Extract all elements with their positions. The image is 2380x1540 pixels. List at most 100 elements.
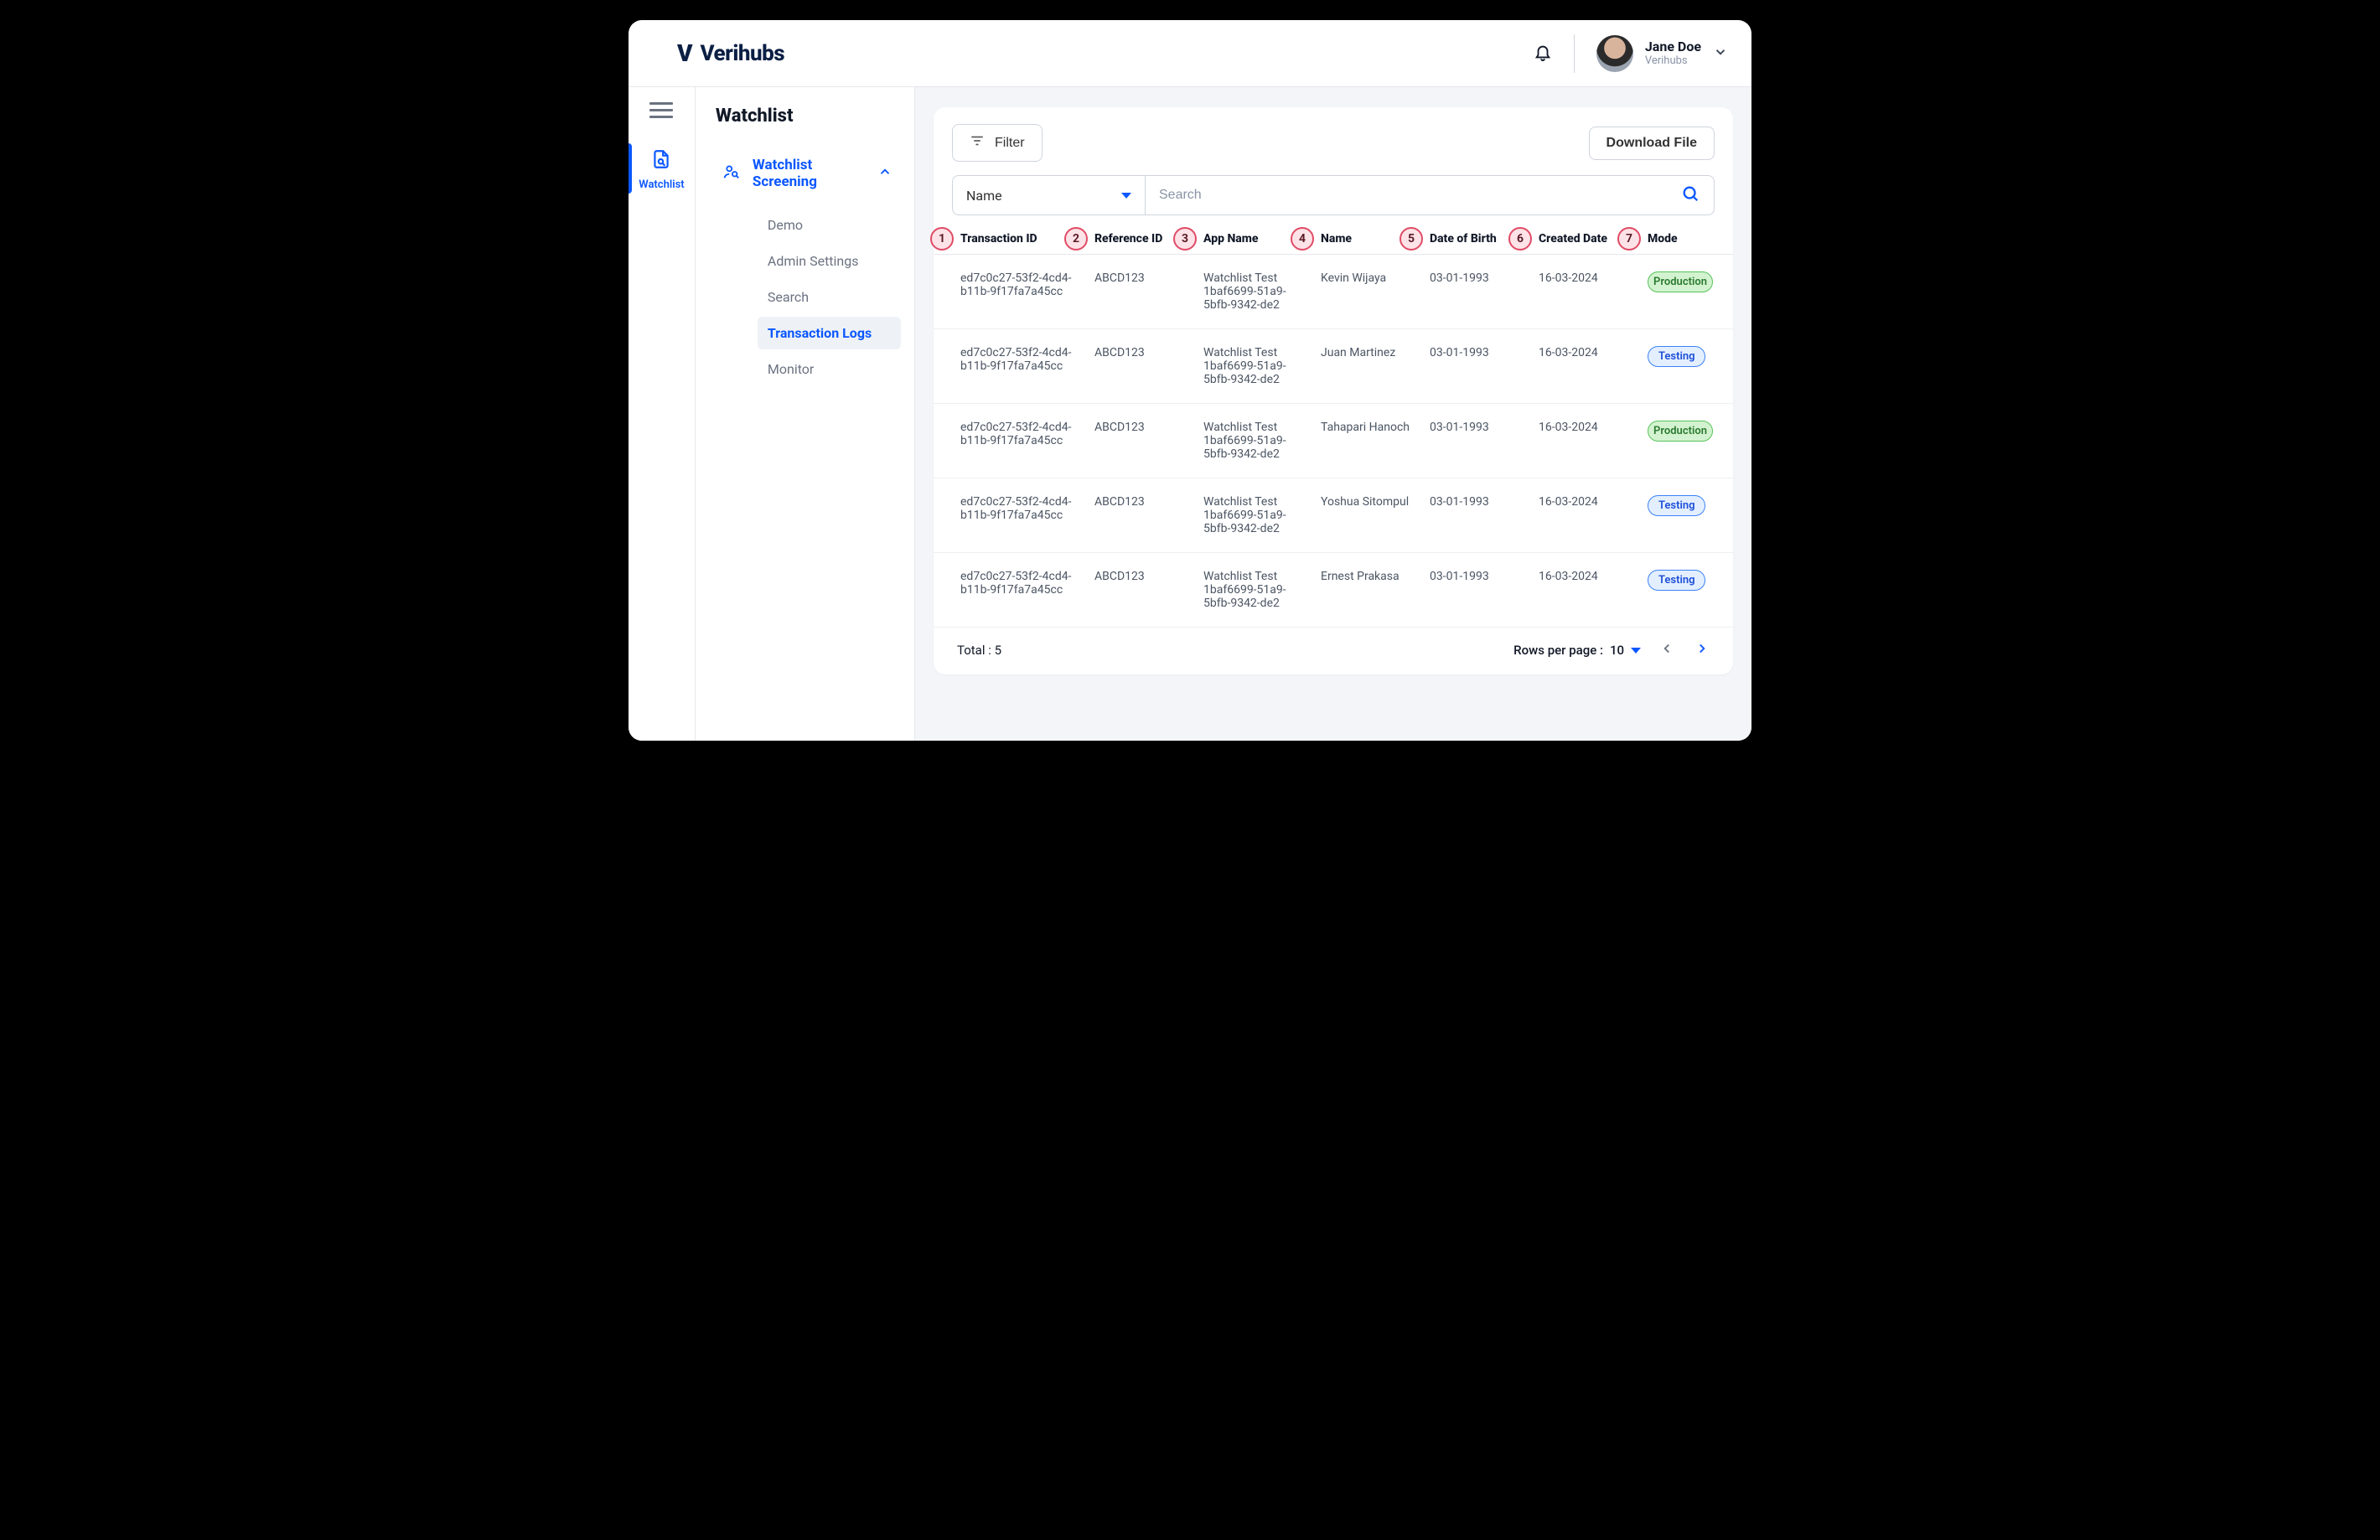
filter-icon — [970, 133, 985, 152]
cell: 03-01-1993 — [1430, 421, 1539, 461]
sidebar-section-label: Watchlist Screening — [753, 157, 877, 190]
cell: Juan Martinez — [1321, 346, 1430, 386]
mode-badge-testing: Testing — [1648, 346, 1705, 367]
cell-mode: Testing — [1648, 346, 1715, 386]
column-label: Created Date — [1539, 232, 1607, 245]
cell: Watchlist Test 1baf6699-51a9-5bfb-9342-d… — [1203, 421, 1321, 461]
header-right: Jane Doe Verihubs — [1534, 34, 1728, 73]
app-frame: V Verihubs Jane Doe Verihubs — [629, 20, 1751, 741]
cell: ABCD123 — [1094, 271, 1203, 312]
cell: ed7c0c27-53f2-4cd4-b11b-9f17fa7a45cc — [960, 421, 1094, 461]
prev-page-button[interactable] — [1659, 641, 1674, 659]
user-org: Verihubs — [1645, 54, 1701, 68]
rail-label: Watchlist — [639, 178, 684, 191]
cell: Yoshua Sitompul — [1321, 495, 1430, 535]
chevron-down-icon — [1713, 44, 1728, 63]
cell: ed7c0c27-53f2-4cd4-b11b-9f17fa7a45cc — [960, 570, 1094, 610]
bell-icon[interactable] — [1534, 43, 1552, 65]
body: Watchlist Watchlist Watchlist Screeni — [629, 87, 1751, 741]
cell: 03-01-1993 — [1430, 271, 1539, 312]
avatar — [1596, 35, 1633, 72]
search-bar: Name — [952, 175, 1715, 215]
sidebar-item-search[interactable]: Search — [758, 281, 901, 313]
cell: 16-03-2024 — [1539, 570, 1648, 610]
table-row[interactable]: ed7c0c27-53f2-4cd4-b11b-9f17fa7a45ccABCD… — [934, 553, 1733, 628]
sidebar-menu: Demo Admin Settings Search Transaction Logs… — [711, 209, 901, 385]
cell-mode: Testing — [1648, 570, 1715, 610]
brand-name: Verihubs — [701, 41, 785, 66]
cell: ABCD123 — [1094, 421, 1203, 461]
cell: Tahapari Hanoch — [1321, 421, 1430, 461]
table-row[interactable]: ed7c0c27-53f2-4cd4-b11b-9f17fa7a45ccABCD… — [934, 478, 1733, 553]
cell: 03-01-1993 — [1430, 495, 1539, 535]
rpp-value: 10 — [1610, 643, 1624, 658]
column-number-badge: 7 — [1617, 227, 1641, 251]
column-number-badge: 6 — [1508, 227, 1532, 251]
cell: ABCD123 — [1094, 495, 1203, 535]
cell-mode: Testing — [1648, 495, 1715, 535]
user-name: Jane Doe — [1645, 39, 1701, 54]
search-input[interactable] — [1146, 176, 1667, 214]
cell: Watchlist Test 1baf6699-51a9-5bfb-9342-d… — [1203, 495, 1321, 535]
cell: 16-03-2024 — [1539, 495, 1648, 535]
sidebar-item-monitor[interactable]: Monitor — [758, 353, 901, 385]
column-label: Transaction ID — [960, 232, 1037, 245]
cell: ed7c0c27-53f2-4cd4-b11b-9f17fa7a45cc — [960, 271, 1094, 312]
table-row[interactable]: ed7c0c27-53f2-4cd4-b11b-9f17fa7a45ccABCD… — [934, 255, 1733, 329]
cell: 03-01-1993 — [1430, 570, 1539, 610]
search-icon — [1681, 184, 1700, 206]
download-button[interactable]: Download File — [1589, 127, 1715, 160]
main: Filter Download File Name — [915, 87, 1751, 741]
column-number-badge: 2 — [1064, 227, 1088, 251]
page-title: Watchlist — [711, 106, 901, 127]
column-number-badge: 4 — [1291, 227, 1314, 251]
search-button[interactable] — [1667, 176, 1714, 214]
table-row[interactable]: ed7c0c27-53f2-4cd4-b11b-9f17fa7a45ccABCD… — [934, 404, 1733, 478]
cell-mode: Production — [1648, 271, 1715, 312]
total-count: Total : 5 — [957, 643, 1001, 658]
sidebar-item-admin-settings[interactable]: Admin Settings — [758, 245, 901, 277]
brand-mark: V — [677, 39, 692, 67]
cell: 16-03-2024 — [1539, 271, 1648, 312]
document-search-icon — [650, 148, 672, 173]
user-meta: Jane Doe Verihubs — [1645, 39, 1701, 68]
cell: Watchlist Test 1baf6699-51a9-5bfb-9342-d… — [1203, 271, 1321, 312]
column-number-badge: 3 — [1173, 227, 1197, 251]
table-row[interactable]: ed7c0c27-53f2-4cd4-b11b-9f17fa7a45ccABCD… — [934, 329, 1733, 404]
search-field-label: Name — [966, 188, 1002, 204]
header: V Verihubs Jane Doe Verihubs — [629, 20, 1751, 87]
column-mode: 7Mode — [1648, 232, 1715, 245]
rail-active-indicator — [629, 143, 632, 194]
table-body[interactable]: ed7c0c27-53f2-4cd4-b11b-9f17fa7a45ccABCD… — [934, 255, 1733, 628]
cell: Watchlist Test 1baf6699-51a9-5bfb-9342-d… — [1203, 570, 1321, 610]
search-field-select[interactable]: Name — [953, 176, 1146, 214]
rows-per-page[interactable]: Rows per page : 10 — [1513, 643, 1641, 658]
hamburger-icon[interactable] — [649, 102, 673, 118]
column-label: Name — [1321, 232, 1352, 245]
chevron-up-icon — [877, 164, 892, 183]
pager — [1659, 641, 1710, 659]
content-card: Filter Download File Name — [934, 107, 1733, 674]
column-label: Reference ID — [1094, 232, 1162, 245]
sidebar-item-demo[interactable]: Demo — [758, 209, 901, 241]
cell: ABCD123 — [1094, 570, 1203, 610]
left-rail: Watchlist — [629, 87, 696, 741]
header-divider — [1574, 34, 1575, 73]
person-search-icon — [722, 163, 741, 185]
next-page-button[interactable] — [1694, 641, 1710, 659]
download-label: Download File — [1606, 136, 1697, 151]
cell: 16-03-2024 — [1539, 421, 1648, 461]
triangle-down-icon — [1121, 193, 1131, 199]
sidebar-item-transaction-logs[interactable]: Transaction Logs — [758, 317, 901, 349]
mode-badge-production: Production — [1648, 271, 1713, 292]
triangle-down-icon — [1631, 648, 1641, 654]
mode-badge-testing: Testing — [1648, 495, 1705, 516]
user-menu[interactable]: Jane Doe Verihubs — [1596, 35, 1728, 72]
cell: 03-01-1993 — [1430, 346, 1539, 386]
rail-item-watchlist[interactable]: Watchlist — [629, 148, 695, 191]
sidebar-section-watchlist-screening[interactable]: Watchlist Screening — [711, 150, 901, 197]
toolbar: Filter Download File — [934, 124, 1733, 175]
filter-button[interactable]: Filter — [952, 124, 1043, 162]
column-number-badge: 1 — [930, 227, 954, 251]
table-footer: Total : 5 Rows per page : 10 — [934, 628, 1733, 659]
